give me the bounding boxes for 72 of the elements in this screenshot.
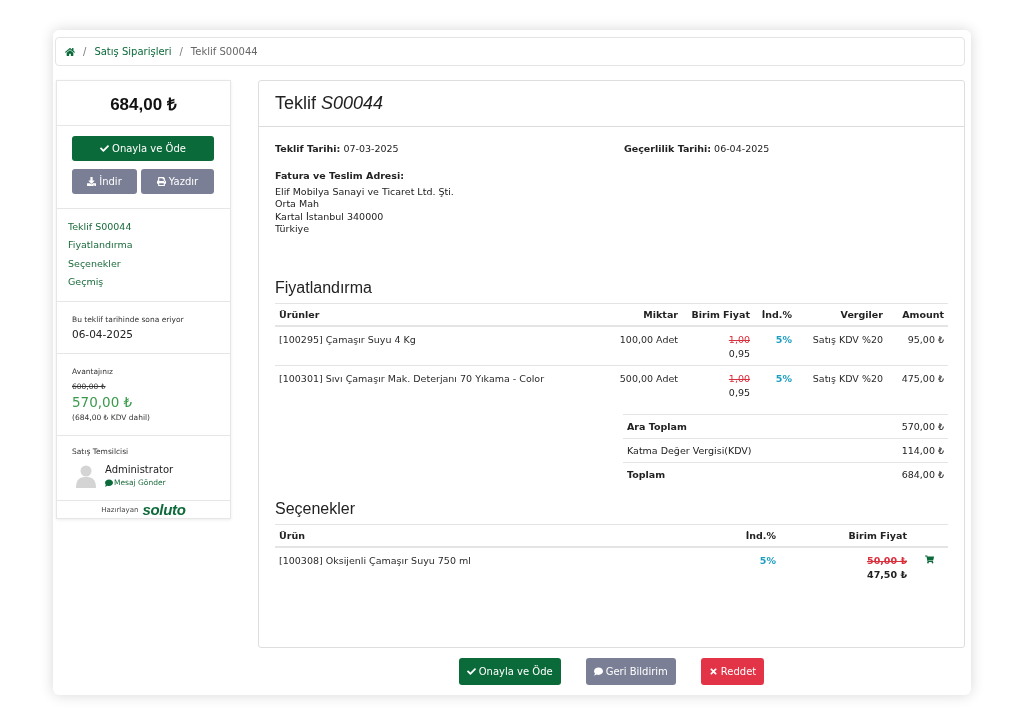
logo: soluto	[142, 501, 186, 518]
old-price: 50,00 ₺	[867, 554, 907, 569]
cart-icon[interactable]	[925, 555, 934, 565]
totals-value: 114,00 ₺	[858, 438, 948, 463]
column-header: Birim Fiyat	[780, 524, 911, 548]
quote-date: Teklif Tarihi: 07-03-2025	[275, 143, 400, 154]
validity-date: Geçerlilik Tarihi: 06-04-2025	[624, 143, 771, 154]
breadcrumb-separator: /	[83, 46, 87, 57]
old-price: 1,00	[728, 372, 750, 387]
download-icon	[87, 177, 97, 186]
discount-cell: 5%	[700, 547, 780, 587]
column-header: Vergiler	[796, 303, 887, 327]
print-button[interactable]: Yazdır	[141, 169, 214, 194]
tax-cell: Satış KDV %20	[796, 326, 887, 366]
column-header: Ürün	[275, 524, 700, 548]
address-line: Elif Mobilya Sanayi ve Ticaret Ltd. Şti.	[275, 186, 455, 199]
column-header: Amount	[887, 303, 948, 327]
discount-cell: 5%	[754, 326, 796, 366]
avatar-icon	[76, 463, 96, 488]
chat-bubble-icon	[593, 667, 603, 676]
product-cell: [100295] Çamaşır Suyu 4 Kg	[275, 326, 602, 366]
check-icon	[100, 144, 109, 153]
breadcrumb-link[interactable]: Satış Siparişleri	[94, 46, 172, 57]
totals-label: Ara Toplam	[623, 414, 859, 439]
feedback-button[interactable]: Geri Bildirim	[585, 658, 676, 685]
unit-price: 0,95	[728, 386, 750, 401]
check-icon	[466, 667, 476, 676]
product-cell: [100301] Sıvı Çamaşır Mak. Deterjanı 70 Yıkama - Color	[275, 365, 602, 405]
column-header: İnd.%	[754, 303, 796, 327]
address-line: Türkiye	[275, 222, 311, 236]
totals-value: 684,00 ₺	[858, 462, 948, 487]
product-cell: [100308] Oksijenli Çamaşır Suyu 750 ml	[275, 547, 700, 587]
amount-cell: 475,00 ₺	[887, 365, 948, 405]
reject-button[interactable]: Reddet	[700, 658, 765, 685]
address-line: Orta Mah	[275, 198, 320, 211]
sidebar-nav-link[interactable]: Seçenekler	[68, 254, 219, 273]
unit-price: 0,95	[728, 347, 750, 362]
total-amount: 684,00 ₺	[110, 93, 177, 115]
address-line: Kartal İstanbul 340000	[275, 210, 385, 223]
sidebar-nav-link[interactable]: Teklif S00044	[68, 218, 219, 237]
breadcrumb-separator: /	[179, 46, 183, 57]
tax-cell: Satış KDV %20	[796, 365, 887, 405]
printer-icon	[156, 177, 166, 186]
home-icon[interactable]	[65, 46, 75, 57]
current-page-text: Teklif S00044	[190, 46, 258, 57]
column-header: İnd.%	[700, 524, 780, 548]
quote-title: Teklif S00044	[275, 93, 384, 114]
address-label: Fatura ve Teslim Adresi:	[275, 170, 406, 181]
close-icon	[708, 667, 718, 676]
download-button[interactable]: İndir	[72, 169, 137, 194]
approve-button[interactable]: Onayla ve Öde	[458, 658, 561, 685]
quantity-cell: 100,00 Adet	[602, 326, 682, 366]
totals-label: Toplam	[623, 462, 859, 487]
column-header: Miktar	[602, 303, 682, 327]
sidebar-nav-link[interactable]: Fiyatlandırma	[68, 236, 219, 255]
old-price: 1,00	[728, 333, 750, 348]
expiry-date: 06-04-2025	[72, 327, 135, 343]
totals-label: Katma Değer Vergisi(KDV)	[623, 438, 859, 463]
salesperson-name: Administrator	[105, 463, 174, 478]
column-header: Birim Fiyat	[682, 303, 754, 327]
discounted-price: 570,00 ₺	[72, 393, 134, 413]
approve-button[interactable]: Onayla ve Öde	[72, 136, 214, 161]
chat-bubble-icon	[105, 479, 113, 488]
sidebar-nav-link[interactable]: Geçmiş	[68, 272, 219, 292]
discount-cell: 5%	[754, 365, 796, 405]
amount-cell: 95,00 ₺	[887, 326, 948, 366]
unit-price: 47,50 ₺	[867, 568, 907, 583]
column-header: Ürünler	[275, 303, 602, 327]
totals-value: 570,00 ₺	[858, 414, 948, 439]
section-title: Seçenekler	[275, 500, 357, 519]
section-title: Fiyatlandırma	[275, 279, 373, 298]
quantity-cell: 500,00 Adet	[602, 365, 682, 405]
